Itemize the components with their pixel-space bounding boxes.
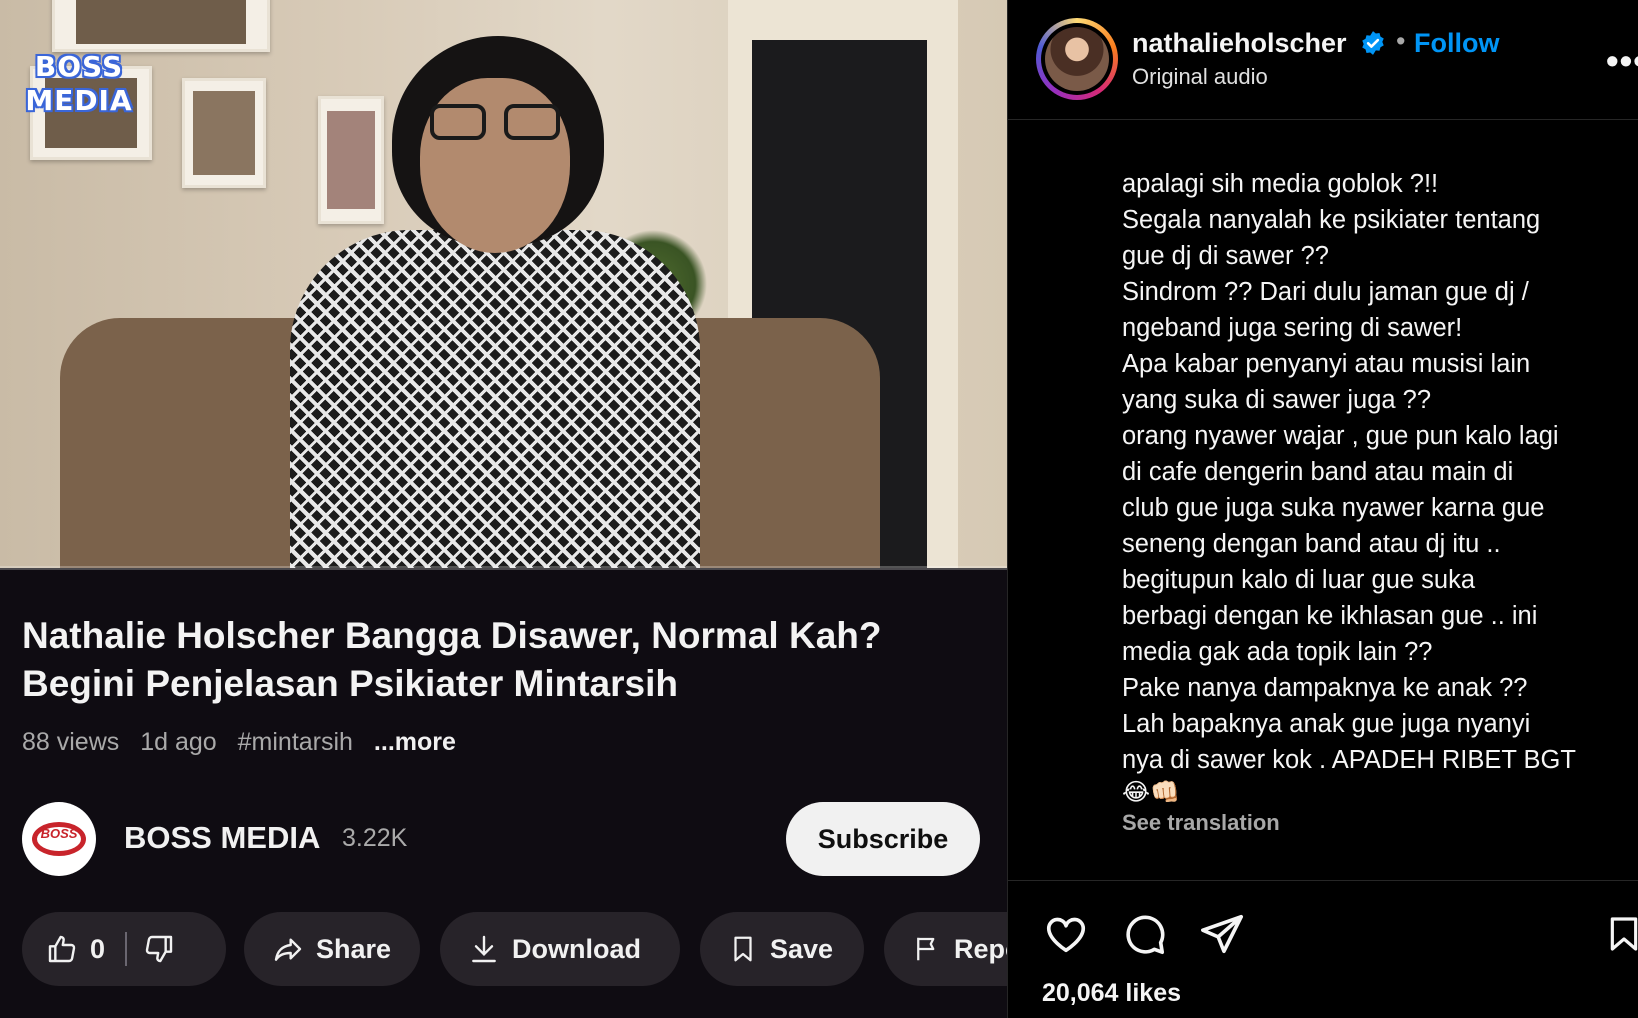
caption-line: nya di sawer kok . APADEH RIBET BGT — [1122, 746, 1576, 774]
caption-line: Sindrom ?? Dari dulu jaman gue dj / — [1122, 278, 1529, 306]
follow-button[interactable]: Follow — [1414, 28, 1499, 59]
upload-age: 1d ago — [140, 728, 217, 756]
share-button[interactable]: Share — [244, 912, 420, 986]
separator-dot: • — [1396, 26, 1406, 56]
caption-line: di cafe dengerin band atau main di — [1122, 458, 1514, 486]
thumbs-down-icon[interactable] — [143, 933, 175, 965]
glasses — [430, 104, 562, 142]
channel-avatar[interactable]: BOSS — [22, 802, 96, 876]
channel-row: BOSS BOSS MEDIA 3.22K Subscribe — [22, 802, 982, 878]
post-footer: 20,064 likes — [1008, 880, 1638, 1018]
video-post: BOSS MEDIA Nathalie Holscher Bangga Disa… — [0, 0, 1007, 1018]
caption-line: ngeband juga sering di sawer! — [1122, 314, 1463, 342]
caption-line: media gak ada topik lain ?? — [1122, 638, 1433, 666]
video-progress-bar[interactable] — [0, 566, 1007, 570]
audio-link[interactable]: Original audio — [1132, 64, 1268, 90]
save-button[interactable]: Save — [700, 912, 864, 986]
like-dislike-group: 0 — [22, 912, 226, 986]
instagram-panel: nathalieholscher • Follow Original audio… — [1007, 0, 1638, 1018]
see-translation-link[interactable]: See translation — [1122, 810, 1622, 836]
bookmark-icon — [734, 936, 752, 962]
wall-frame — [318, 96, 384, 224]
like-count[interactable]: 20,064 likes — [1042, 979, 1181, 1008]
share-label: Share — [316, 933, 392, 964]
download-button[interactable]: Download — [440, 912, 680, 986]
report-label: Report — [954, 933, 1007, 964]
subscribe-button[interactable]: Subscribe — [786, 802, 980, 876]
channel-avatar-text: BOSS — [40, 826, 78, 841]
caption-line: Pake nanya dampaknya ke anak ?? — [1122, 674, 1528, 702]
wall-frame — [182, 78, 266, 188]
like-count: 0 — [90, 933, 106, 964]
post-caption: apalagi sih media goblok ?!! Segala nanya… — [1122, 166, 1622, 836]
save-label: Save — [770, 933, 834, 964]
verified-badge-icon — [1362, 31, 1384, 55]
caption-line: orang nyawer wajar , gue pun kalo lagi — [1122, 422, 1559, 450]
caption-line: Segala nanyalah ke psikiater tentang — [1122, 206, 1541, 234]
more-options-icon[interactable]: ••• — [1606, 40, 1638, 82]
caption-line: Apa kabar penyanyi atau musisi lain — [1122, 350, 1531, 378]
video-player[interactable]: BOSS MEDIA — [0, 0, 1007, 568]
caption-line: Lah bapaknya anak gue juga nyanyi — [1122, 710, 1531, 738]
action-bar: 0 Share Download Save Report — [22, 912, 1007, 986]
hashtag-link[interactable]: #mintarsih — [238, 728, 353, 756]
caption-line: club gue juga suka nyawer karna gue — [1122, 494, 1545, 522]
comment-icon[interactable] — [1120, 911, 1168, 957]
boss-media-watermark: BOSS MEDIA — [25, 50, 133, 117]
caption-line: apalagi sih media goblok ?!! — [1122, 170, 1439, 198]
flag-icon — [917, 937, 935, 961]
video-title-line: Nathalie Holscher Bangga Disawer, Normal… — [22, 615, 882, 656]
caption-line: yang suka di sawer juga ?? — [1122, 386, 1432, 414]
bookmark-icon[interactable] — [1604, 911, 1638, 957]
wall-frame — [52, 0, 270, 52]
caption-line: gue dj di sawer ?? — [1122, 242, 1329, 270]
more-link[interactable]: ...more — [374, 728, 456, 756]
download-label: Download — [512, 933, 641, 964]
thumbs-up-icon[interactable] — [46, 933, 78, 965]
download-icon — [472, 935, 496, 963]
username-link[interactable]: nathalieholscher — [1132, 28, 1347, 59]
share-arrow-icon — [274, 938, 302, 961]
post-header: nathalieholscher • Follow Original audio… — [1008, 0, 1638, 120]
caption-emoji: 😂👊🏻 — [1122, 779, 1180, 806]
video-meta: 88 views 1d ago #mintarsih ...more — [22, 728, 470, 757]
heart-icon[interactable] — [1042, 911, 1090, 957]
person-body — [290, 230, 700, 568]
caption-line: seneng dengan band atau dj itu .. — [1122, 530, 1501, 558]
caption-line: berbagi dengan ke ikhlasan gue .. ini — [1122, 602, 1538, 630]
post-actions — [1042, 911, 1638, 961]
video-title-line: Begini Penjelasan Psikiater Mintarsih — [22, 663, 678, 704]
video-title: Nathalie Holscher Bangga Disawer, Normal… — [22, 612, 982, 708]
caption-line: begitupun kalo di luar gue suka — [1122, 566, 1476, 594]
view-count: 88 views — [22, 728, 120, 756]
report-button[interactable]: Report — [884, 912, 1007, 986]
channel-name[interactable]: BOSS MEDIA — [124, 820, 320, 856]
profile-avatar[interactable] — [1036, 18, 1118, 100]
share-icon[interactable] — [1198, 911, 1246, 957]
subscriber-count: 3.22K — [342, 824, 408, 852]
